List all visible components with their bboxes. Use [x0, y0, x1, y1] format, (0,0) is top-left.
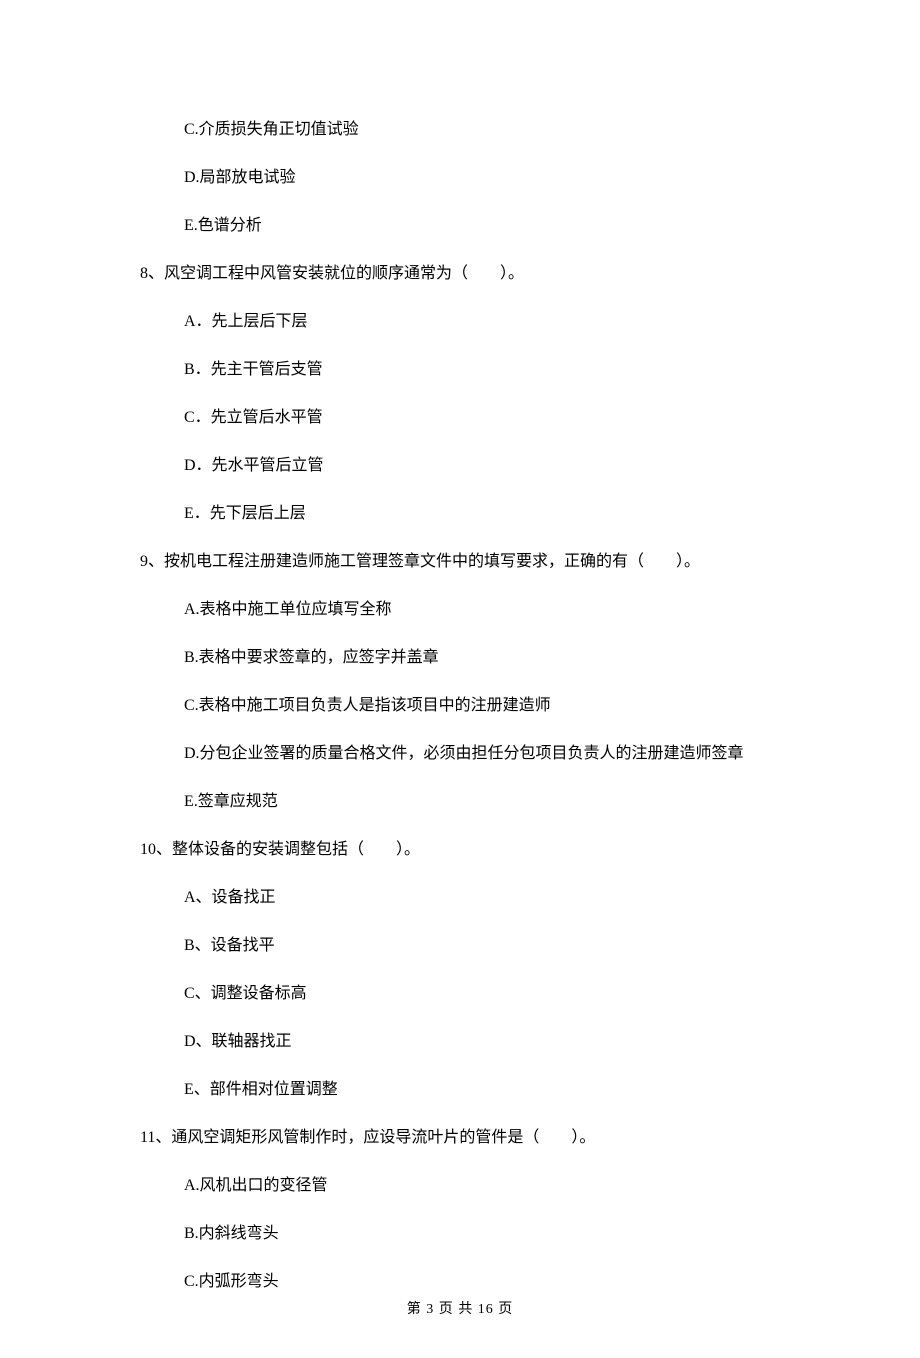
question-stem: 11、通风空调矩形风管制作时，应设导流叶片的管件是（ ）。: [140, 1126, 780, 1150]
option-text: A、设备找正: [184, 886, 780, 910]
option-text: A．先上层后下层: [184, 310, 780, 334]
option-text: A.风机出口的变径管: [184, 1174, 780, 1198]
option-text: D.局部放电试验: [184, 166, 780, 190]
option-text: D.分包企业签署的质量合格文件，必须由担任分包项目负责人的注册建造师签章: [184, 742, 780, 766]
option-text: E．先下层后上层: [184, 502, 780, 526]
option-text: E.色谱分析: [184, 214, 780, 238]
option-text: C.介质损失角正切值试验: [184, 118, 780, 142]
option-text: E.签章应规范: [184, 790, 780, 814]
question-stem: 9、按机电工程注册建造师施工管理签章文件中的填写要求，正确的有（ ）。: [140, 550, 780, 574]
page-footer: 第 3 页 共 16 页: [0, 1299, 920, 1320]
option-text: D．先水平管后立管: [184, 454, 780, 478]
option-text: B.内斜线弯头: [184, 1222, 780, 1246]
option-text: E、部件相对位置调整: [184, 1078, 780, 1102]
option-text: B.表格中要求签章的，应签字并盖章: [184, 646, 780, 670]
option-text: B．先主干管后支管: [184, 358, 780, 382]
page: C.介质损失角正切值试验 D.局部放电试验 E.色谱分析 8、风空调工程中风管安…: [0, 0, 920, 1358]
option-text: D、联轴器找正: [184, 1030, 780, 1054]
option-text: C.内弧形弯头: [184, 1270, 780, 1294]
option-text: A.表格中施工单位应填写全称: [184, 598, 780, 622]
question-stem: 10、整体设备的安装调整包括（ ）。: [140, 838, 780, 862]
option-text: C、调整设备标高: [184, 982, 780, 1006]
option-text: B、设备找平: [184, 934, 780, 958]
option-text: C．先立管后水平管: [184, 406, 780, 430]
question-stem: 8、风空调工程中风管安装就位的顺序通常为（ ）。: [140, 262, 780, 286]
option-text: C.表格中施工项目负责人是指该项目中的注册建造师: [184, 694, 780, 718]
